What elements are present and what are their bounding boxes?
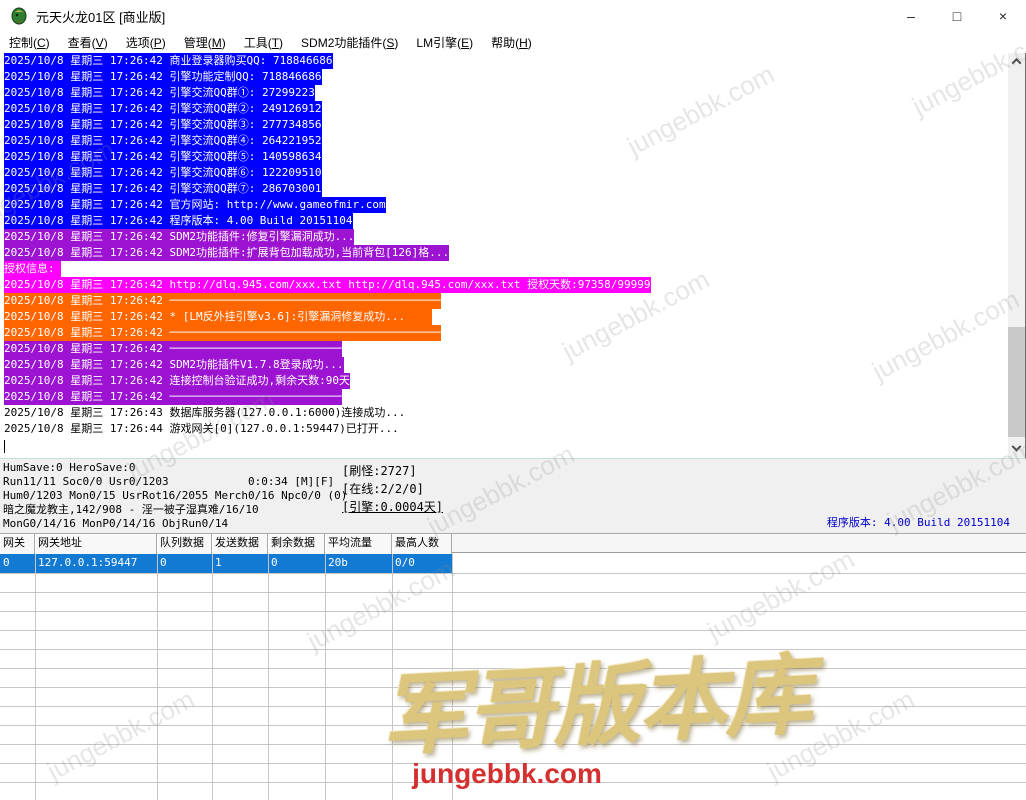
column-header[interactable]: 网关 <box>0 534 35 554</box>
log-line: 2025/10/8 星期三 17:26:42 ─────────────────… <box>4 325 441 341</box>
menu-item[interactable]: 控制(C) <box>0 32 59 53</box>
table-cell: 0 <box>160 556 167 569</box>
column-header[interactable]: 网关地址 <box>35 534 157 554</box>
scrollbar-thumb[interactable] <box>1008 327 1025 437</box>
app-icon <box>11 7 27 25</box>
menu-item[interactable]: LM引擎(E) <box>407 32 482 53</box>
log-line: 2025/10/8 星期三 17:26:42 http://dlq.945.co… <box>4 277 651 293</box>
counter-badge: [在线:2/2/0] <box>342 482 424 496</box>
log-lines: 2025/10/8 星期三 17:26:42 商业登录器购买QQ: 718846… <box>4 53 651 437</box>
table-row-selected[interactable]: 0 127.0.0.1:59447 0 1 0 20b 0/0 <box>0 554 452 573</box>
title-bar: 元天火龙01区 [商业版] – □ × <box>0 0 1026 32</box>
program-version: 程序版本: 4.00 Build 20151104 <box>826 516 1010 529</box>
log-line: 2025/10/8 星期三 17:26:42 ─────────────────… <box>4 341 342 357</box>
stat-line: HumSave:0 HeroSave:0 <box>3 461 136 474</box>
log-scrollbar[interactable] <box>1008 53 1025 458</box>
counter-badge: [引擎:0.0004天] <box>342 500 444 514</box>
log-line: 2025/10/8 星期三 17:26:42 引擎交流QQ群④: 2642219… <box>4 133 322 149</box>
log-line: 2025/10/8 星期三 17:26:43 数据库服务器(127.0.0.1:… <box>4 406 406 419</box>
maximize-button[interactable]: □ <box>934 0 980 32</box>
scroll-up-arrow-icon[interactable] <box>1008 53 1025 70</box>
table-cell: 20b <box>328 556 348 569</box>
menu-item[interactable]: 选项(P) <box>117 32 175 53</box>
log-line: 2025/10/8 星期三 17:26:42 * [LM反外挂引擎v3.6]:引… <box>4 309 432 325</box>
window-controls: – □ × <box>888 0 1026 32</box>
menu-item[interactable]: SDM2功能插件(S) <box>292 32 407 53</box>
menu-item[interactable]: 工具(T) <box>235 32 292 53</box>
log-line: 2025/10/8 星期三 17:26:42 引擎交流QQ群⑥: 1222095… <box>4 165 322 181</box>
log-line: 2025/10/8 星期三 17:26:42 引擎交流QQ群③: 2777348… <box>4 117 322 133</box>
log-line: 2025/10/8 星期三 17:26:42 ─────────────────… <box>4 293 441 309</box>
log-line: 授权信息: <box>4 261 62 277</box>
log-line: 2025/10/8 星期三 17:26:42 SDM2功能插件V1.7.8登录成… <box>4 357 344 373</box>
table-cell: 127.0.0.1:59447 <box>38 556 138 569</box>
column-header[interactable]: 平均流量 <box>325 534 392 554</box>
log-line: 2025/10/8 星期三 17:26:42 连接控制台验证成功,剩余天数:90… <box>4 373 350 389</box>
log-line: 2025/10/8 星期三 17:26:42 ─────────────────… <box>4 389 342 405</box>
gateway-table: 网关 网关地址 队列数据 发送数据 剩余数据 平均流量 最高人数 0 127.0.0.1:59… <box>0 533 1026 800</box>
menu-item[interactable]: 管理(M) <box>175 32 235 53</box>
table-header: 网关 网关地址 队列数据 发送数据 剩余数据 平均流量 最高人数 <box>0 533 1026 554</box>
scroll-down-arrow-icon[interactable] <box>1008 441 1025 458</box>
log-line: 2025/10/8 星期三 17:26:42 商业登录器购买QQ: 718846… <box>4 53 333 69</box>
column-header[interactable]: 剩余数据 <box>268 534 325 554</box>
close-button[interactable]: × <box>980 0 1026 32</box>
column-header[interactable]: 发送数据 <box>212 534 268 554</box>
counter-badge: [刷怪:2727] <box>342 464 417 478</box>
text-caret <box>4 440 5 453</box>
status-counters: [刷怪:2727] [在线:2/2/0] [引擎:0.0004天] <box>342 462 443 516</box>
stat-line: Run11/11 Soc0/0 Usr0/1203 0:0:34 [M][F] <box>3 475 335 488</box>
column-header[interactable]: 最高人数 <box>392 534 452 554</box>
table-empty-area <box>0 573 1026 800</box>
window-title: 元天火龙01区 [商业版] <box>36 9 166 25</box>
table-cell: 0 <box>271 556 278 569</box>
app-window: 元天火龙01区 [商业版] – □ × 控制(C) 查看(V) 选项(P) 管理(M)… <box>0 0 1026 800</box>
menu-bar: 控制(C) 查看(V) 选项(P) 管理(M) 工具(T) SDM2功能插件(S) LM引擎… <box>0 32 1026 53</box>
log-line: 2025/10/8 星期三 17:26:42 引擎交流QQ群⑦: 2867030… <box>4 181 322 197</box>
log-line: 2025/10/8 星期三 17:26:44 游戏网关[0](127.0.0.1… <box>4 422 399 435</box>
menu-item[interactable]: 帮助(H) <box>482 32 541 53</box>
log-line: 2025/10/8 星期三 17:26:42 引擎交流QQ群⑤: 1405986… <box>4 149 322 165</box>
log-line: 2025/10/8 星期三 17:26:42 引擎交流QQ群①: 2729922… <box>4 85 315 101</box>
log-line: 2025/10/8 星期三 17:26:42 官方网站: http://www.… <box>4 197 386 213</box>
log-line: 2025/10/8 星期三 17:26:42 引擎功能定制QQ: 7188466… <box>4 69 322 85</box>
column-header[interactable]: 队列数据 <box>157 534 212 554</box>
table-cell: 0 <box>3 556 10 569</box>
table-cell: 1 <box>215 556 222 569</box>
stat-line: MonG0/14/16 MonP0/14/16 ObjRun0/14 <box>3 517 229 530</box>
table-cell: 0/0 <box>395 556 415 569</box>
log-line: 2025/10/8 星期三 17:26:42 程序版本: 4.00 Build … <box>4 213 353 229</box>
stat-line: Hum0/1203 Mon0/15 UsrRot16/2055 Merch0/1… <box>3 489 348 502</box>
minimize-button[interactable]: – <box>888 0 934 32</box>
log-line: 2025/10/8 星期三 17:26:42 引擎交流QQ群②: 2491269… <box>4 101 322 117</box>
menu-item[interactable]: 查看(V) <box>59 32 117 53</box>
log-line: 2025/10/8 星期三 17:26:42 SDM2功能插件:修复引擎漏洞成功… <box>4 229 355 245</box>
server-stats: HumSave:0 HeroSave:0 Run11/11 Soc0/0 Usr0… <box>3 461 347 531</box>
log-line: 2025/10/8 星期三 17:26:42 SDM2功能插件:扩展背包加载成功… <box>4 245 450 261</box>
log-panel[interactable]: 2025/10/8 星期三 17:26:42 商业登录器购买QQ: 718846… <box>0 53 1008 458</box>
status-panel: HumSave:0 HeroSave:0 Run11/11 Soc0/0 Usr0… <box>0 458 1026 533</box>
stat-line: 暗之魔龙教主,142/908 - 淫一被子湿真难/16/10 <box>3 503 259 516</box>
